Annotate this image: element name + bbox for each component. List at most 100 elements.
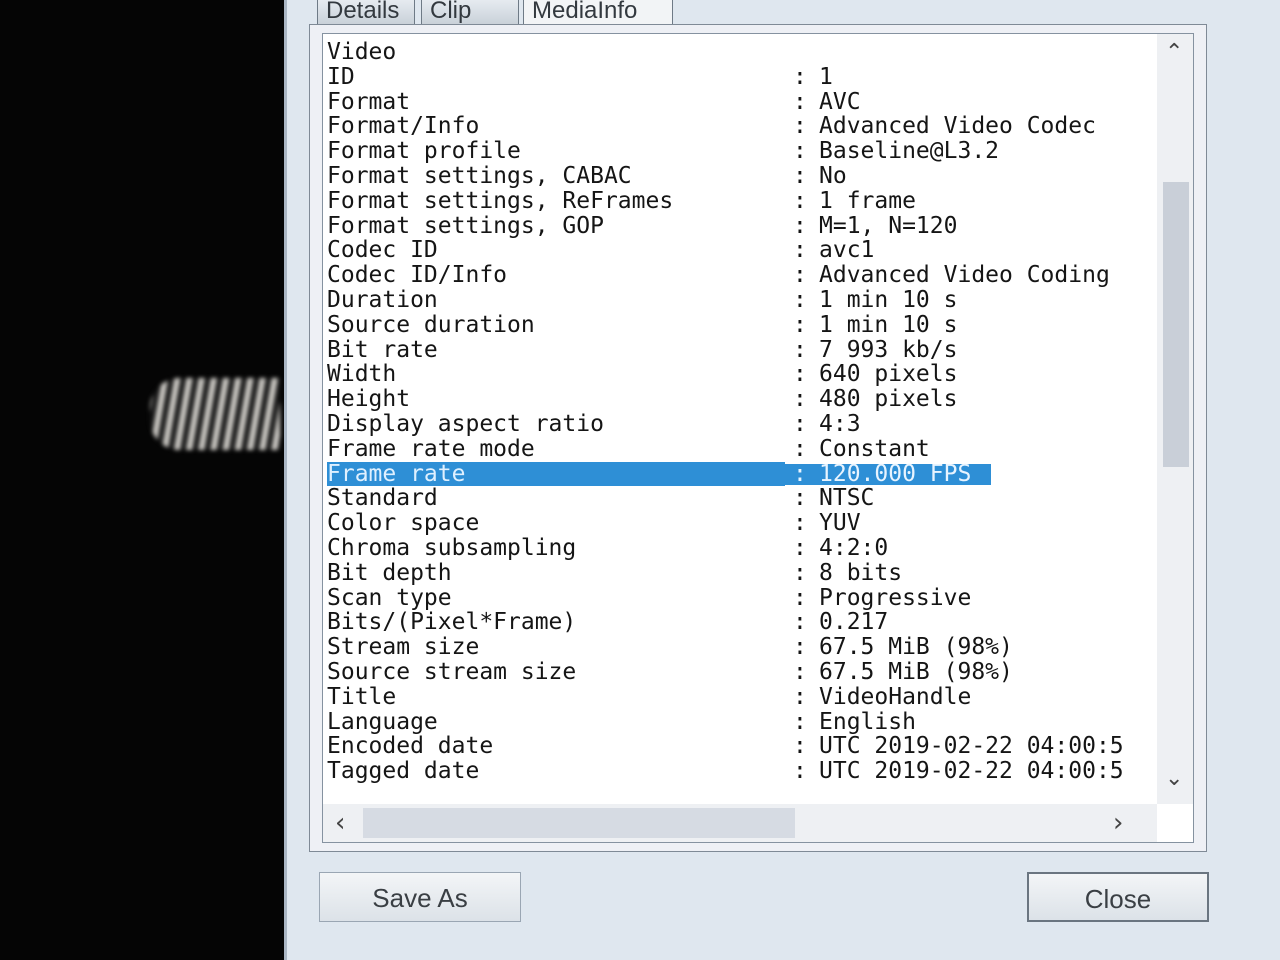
info-row[interactable]: Format: AVC xyxy=(327,88,1157,115)
info-value: Baseline@L3.2 xyxy=(819,138,1000,165)
info-value: Progressive xyxy=(819,584,972,611)
info-label: Frame rate xyxy=(327,461,786,487)
info-row[interactable]: Codec ID: avc1 xyxy=(327,238,1157,263)
info-label: Frame rate mode xyxy=(327,435,535,462)
info-row[interactable]: Format settings, CABAC: No xyxy=(327,164,1157,189)
info-label: Format/Info xyxy=(327,113,480,140)
info-value: AVC xyxy=(819,88,861,115)
info-row[interactable]: Language: English xyxy=(327,708,1157,735)
info-row[interactable]: Source stream size:67.5 MiB (98%) xyxy=(327,660,1157,685)
info-label: Format settings, ReFrames xyxy=(327,187,674,214)
info-value: 1 xyxy=(819,63,833,90)
info-value: 4:3 xyxy=(819,410,861,437)
info-separator: : xyxy=(793,584,807,611)
scroll-left-icon[interactable]: ‹ xyxy=(335,808,345,838)
info-separator: : xyxy=(793,733,807,760)
info-row[interactable]: Format profile: Baseline@L3.2 xyxy=(327,139,1157,164)
info-separator: : xyxy=(793,683,807,710)
info-row[interactable]: Stream size:67.5 MiB (98%) xyxy=(327,635,1157,660)
info-row[interactable]: Display aspect ratio:4:3 xyxy=(327,412,1157,437)
info-label: Chroma subsampling xyxy=(327,534,577,561)
info-row[interactable]: ID:1 xyxy=(327,63,1157,90)
mediainfo-dialog: Details Clip MediaInfo Video ID:1 Format:… xyxy=(284,0,1280,960)
info-row[interactable]: Bit rate:7 993 kb/s xyxy=(327,336,1157,363)
tab-panel: Video ID:1 Format: AVC Format/Info: Advanced… xyxy=(309,24,1207,852)
info-separator: : xyxy=(793,460,807,487)
info-label: Scan type xyxy=(327,584,452,611)
info-row[interactable]: Format settings, GOP: M=1, N=120 xyxy=(327,212,1157,239)
scroll-down-icon[interactable]: ⌄ xyxy=(1165,766,1183,791)
info-value: Advanced Video Codec xyxy=(819,113,1096,140)
info-separator: : xyxy=(793,138,807,165)
info-label: Bit rate xyxy=(327,336,438,363)
info-row[interactable]: Bits/(Pixel*Frame):0.217 xyxy=(327,610,1157,635)
info-label: Title xyxy=(327,683,397,710)
background-photo-object xyxy=(150,378,280,450)
info-label: Width xyxy=(327,361,397,388)
info-separator: : xyxy=(793,237,807,264)
info-label: Format settings, GOP xyxy=(327,212,604,239)
info-row[interactable]: Height:480 pixels xyxy=(327,387,1157,412)
scroll-up-icon[interactable]: ⌃ xyxy=(1165,40,1183,65)
info-row[interactable]: Chroma subsampling:4:2:0 xyxy=(327,536,1157,561)
save-as-button[interactable]: Save As xyxy=(319,872,521,922)
info-label: Codec ID/Info xyxy=(327,262,508,289)
info-separator: : xyxy=(793,212,807,239)
info-rows: Video ID:1 Format: AVC Format/Info: Advanced… xyxy=(327,40,1157,784)
info-row[interactable]: Frame rate mode: Constant xyxy=(327,435,1157,462)
info-row[interactable]: Scan type: Progressive xyxy=(327,584,1157,611)
info-row[interactable]: Title: VideoHandle xyxy=(327,683,1157,710)
info-value: NTSC xyxy=(819,485,875,512)
info-row[interactable]: Source duration:1 min 10 s xyxy=(327,311,1157,338)
info-row[interactable]: Codec ID/Info: Advanced Video Coding xyxy=(327,263,1157,288)
info-separator: : xyxy=(793,485,807,512)
info-row[interactable]: Standard: NTSC xyxy=(327,486,1157,511)
vertical-scrollbar[interactable]: ⌃ ⌄ xyxy=(1157,34,1193,804)
info-value: 67.5 MiB (98%) xyxy=(819,634,1013,661)
tab-clip[interactable]: Clip xyxy=(421,0,519,26)
info-separator: : xyxy=(793,559,807,586)
info-separator: : xyxy=(793,262,807,289)
info-separator: : xyxy=(793,435,807,462)
info-row[interactable]: Duration:1 min 10 s xyxy=(327,288,1157,313)
horizontal-scrollbar[interactable]: ‹ › xyxy=(323,804,1157,842)
info-row[interactable]: Encoded date: UTC 2019-02-22 04:00:5 xyxy=(327,734,1157,759)
info-value: Advanced Video Coding xyxy=(819,262,1110,289)
info-separator: : xyxy=(793,113,807,140)
info-row[interactable]: Bit depth:8 bits xyxy=(327,559,1157,586)
info-separator: : xyxy=(793,758,807,785)
info-label: Duration xyxy=(327,286,438,313)
section-header: Video xyxy=(327,40,1157,65)
info-row[interactable]: Color space: YUV xyxy=(327,511,1157,536)
vertical-scroll-thumb[interactable] xyxy=(1163,182,1189,467)
info-separator: : xyxy=(793,361,807,388)
close-button[interactable]: Close xyxy=(1027,872,1209,922)
info-label: Encoded date xyxy=(327,733,494,760)
info-label: Display aspect ratio xyxy=(327,410,604,437)
info-separator: : xyxy=(793,386,807,413)
info-separator: : xyxy=(793,187,807,214)
info-label: Codec ID xyxy=(327,237,438,264)
info-value: Constant xyxy=(819,435,930,462)
info-label: Format profile xyxy=(327,138,521,165)
info-label: Color space xyxy=(327,510,480,537)
info-separator: : xyxy=(793,634,807,661)
info-value: 67.5 MiB (98%) xyxy=(819,658,1013,685)
info-separator: : xyxy=(793,708,807,735)
scroll-right-icon[interactable]: › xyxy=(1113,808,1123,838)
section-title: Video xyxy=(327,39,397,65)
info-value: VideoHandle xyxy=(819,683,972,710)
tab-details[interactable]: Details xyxy=(317,0,415,26)
info-value: 4:2:0 xyxy=(819,534,889,561)
mediainfo-list[interactable]: Video ID:1 Format: AVC Format/Info: Advanced… xyxy=(322,33,1194,843)
horizontal-scroll-thumb[interactable] xyxy=(363,808,795,838)
info-row[interactable]: Tagged date: UTC 2019-02-22 04:00:5 xyxy=(327,759,1157,784)
info-row[interactable]: Width:640 pixels xyxy=(327,362,1157,387)
info-row[interactable]: Format settings, ReFrames:1 frame xyxy=(327,187,1157,214)
info-row[interactable]: Frame rate:120.000 FPS xyxy=(327,460,1157,487)
info-separator: : xyxy=(793,336,807,363)
info-row[interactable]: Format/Info: Advanced Video Codec xyxy=(327,114,1157,139)
info-value: 7 993 kb/s xyxy=(819,336,958,363)
info-label: Tagged date xyxy=(327,758,480,785)
info-label: Source duration xyxy=(327,311,535,338)
